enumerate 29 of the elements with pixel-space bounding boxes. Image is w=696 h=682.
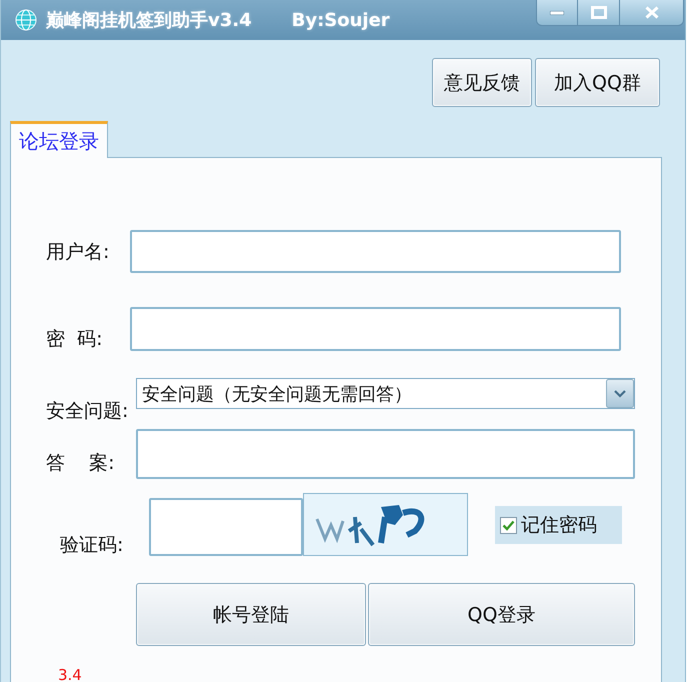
field-label: 密 码: xyxy=(46,328,104,350)
maximize-button[interactable] xyxy=(577,0,619,25)
captcha-image[interactable] xyxy=(303,493,468,556)
tab[interactable]: 论坛登录 xyxy=(10,121,108,158)
captcha-input-field[interactable] xyxy=(149,498,303,556)
password-field[interactable] xyxy=(130,307,621,351)
login-button[interactable]: 帐号登陆 xyxy=(136,583,366,646)
field-label: 安全问题: xyxy=(46,400,130,422)
minimize-icon xyxy=(550,10,564,14)
close-icon xyxy=(644,6,658,19)
login-button[interactable]: QQ登录 xyxy=(368,583,635,646)
window-title: 巅峰阁挂机签到助手v3.4 xyxy=(46,9,252,32)
field-label: 用户名: xyxy=(46,240,110,262)
author-label: By:Soujer xyxy=(292,10,390,30)
version-label: 3.4 xyxy=(58,667,82,682)
field-label: 验证码: xyxy=(60,534,124,556)
input-field[interactable] xyxy=(130,230,621,273)
header-button[interactable]: 加入QQ群 xyxy=(535,58,660,107)
checkbox-icon[interactable] xyxy=(500,516,517,534)
security-question-select[interactable]: 安全问题（无安全问题无需回答） xyxy=(136,378,635,409)
input-field[interactable] xyxy=(136,429,635,479)
minimize-button[interactable] xyxy=(537,0,577,25)
chevron-down-icon[interactable] xyxy=(606,379,634,408)
globe-icon xyxy=(15,9,37,31)
maximize-icon xyxy=(590,6,606,19)
header-button[interactable]: 意见反馈 xyxy=(432,58,532,107)
remember-password-checkbox[interactable]: 记住密码 xyxy=(495,506,622,544)
close-button[interactable] xyxy=(619,0,683,25)
field-label: 答 案: xyxy=(46,452,116,474)
